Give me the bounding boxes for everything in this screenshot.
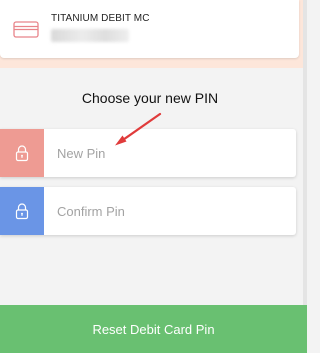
lock-icon: [15, 145, 29, 162]
new-pin-field[interactable]: [0, 129, 296, 177]
reset-pin-button[interactable]: Reset Debit Card Pin: [0, 305, 307, 353]
new-pin-input[interactable]: [44, 129, 296, 177]
selected-card[interactable]: TITANIUM DEBIT MC: [0, 0, 299, 58]
confirm-pin-field[interactable]: [0, 187, 296, 235]
new-pin-icon-box: [0, 129, 44, 177]
credit-card-icon: [13, 21, 39, 38]
card-name: TITANIUM DEBIT MC: [51, 13, 150, 24]
confirm-pin-icon-box: [0, 187, 44, 235]
pin-prompt: Choose your new PIN: [81, 90, 219, 106]
lock-icon: [15, 203, 29, 220]
card-number-masked: [51, 29, 129, 42]
confirm-pin-input[interactable]: [44, 187, 296, 235]
scrollbar[interactable]: [303, 0, 307, 305]
